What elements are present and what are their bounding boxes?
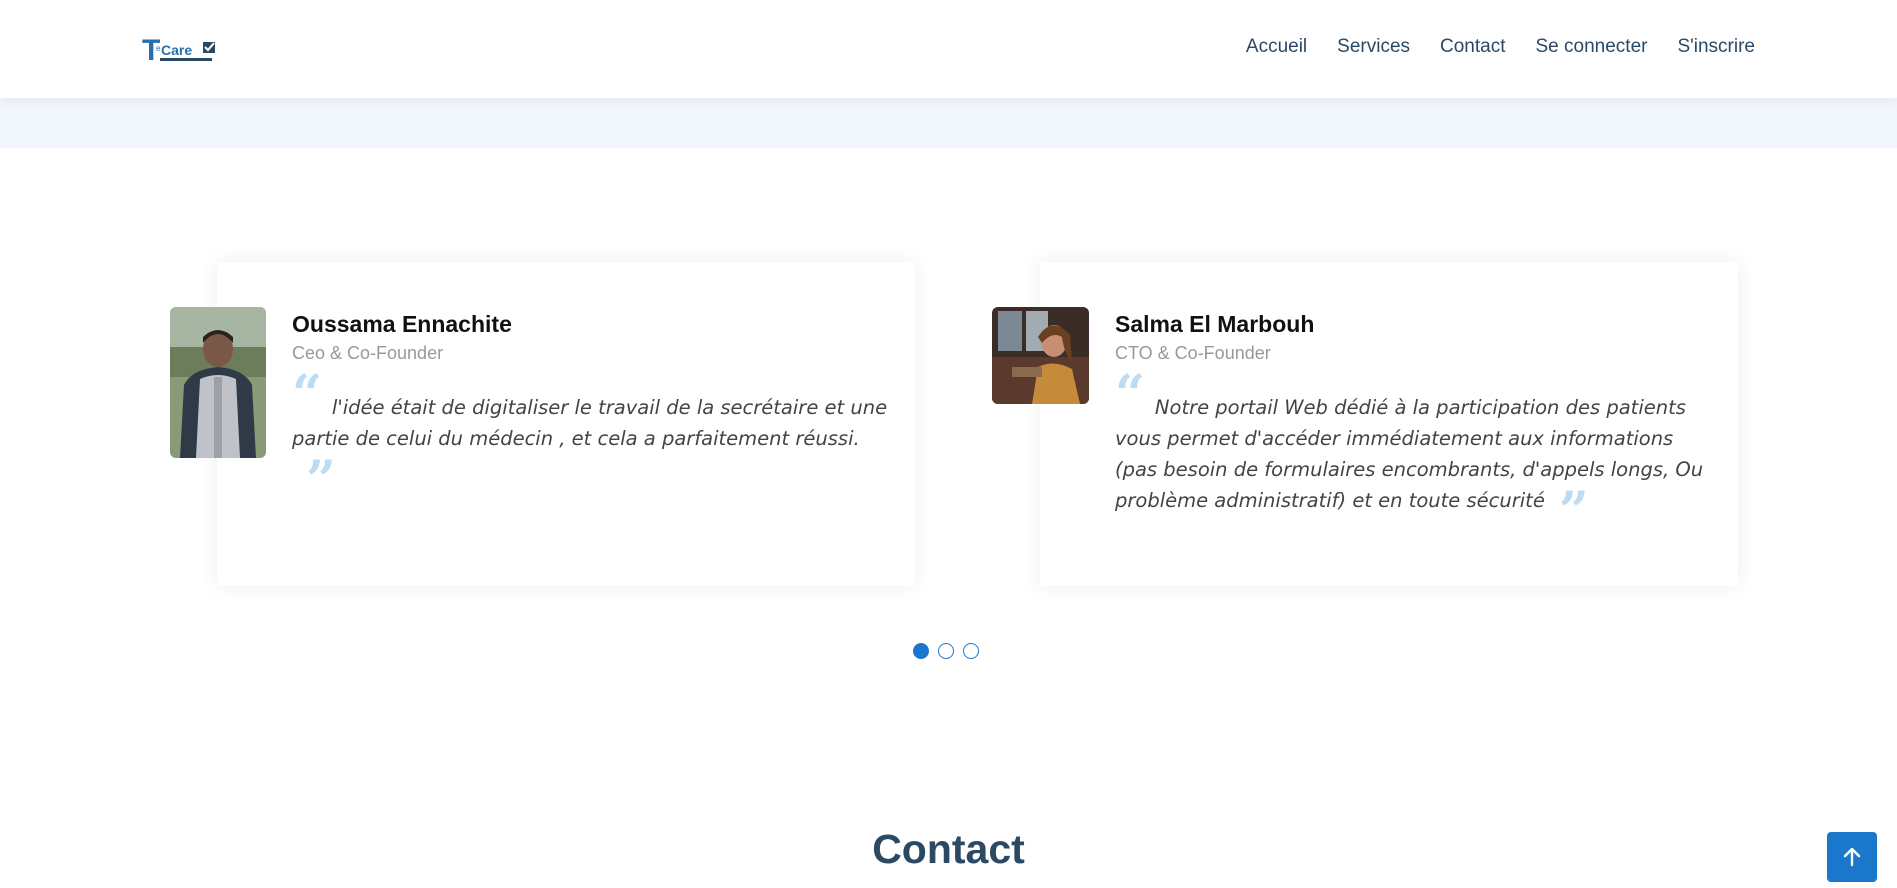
main-nav: Accueil Services Contact Se connecter S'… <box>1246 36 1755 58</box>
hero-band <box>0 98 1897 148</box>
contact-section-title: Contact <box>872 826 1025 872</box>
site-header: T e Care Accueil Services Contact Se con… <box>0 0 1897 98</box>
avatar-salma <box>992 307 1089 404</box>
nav-accueil[interactable]: Accueil <box>1246 36 1307 58</box>
back-to-top-button[interactable] <box>1827 832 1877 882</box>
nav-contact[interactable]: Contact <box>1440 36 1505 58</box>
svg-text:Care: Care <box>161 42 192 58</box>
carousel-dot-3[interactable] <box>963 643 979 659</box>
carousel-dot-1[interactable] <box>913 643 929 659</box>
testimonial-role: Ceo & Co-Founder <box>292 343 444 363</box>
nav-services[interactable]: Services <box>1337 36 1410 58</box>
telecare-logo[interactable]: T e Care <box>142 34 222 68</box>
nav-sinscrire[interactable]: S'inscrire <box>1677 36 1755 58</box>
avatar-oussama <box>170 307 266 458</box>
quote-text: l'idée était de digitaliser le travail d… <box>292 396 888 450</box>
testimonial-name: Oussama Ennachite <box>292 311 512 337</box>
carousel-dot-2[interactable] <box>938 643 954 659</box>
arrow-up-icon <box>1843 847 1861 867</box>
testimonial-role: CTO & Co-Founder <box>1115 343 1271 363</box>
testimonial-quote: “l'idée était de digitaliser le travail … <box>292 364 888 511</box>
testimonial-name: Salma El Marbouh <box>1115 311 1315 337</box>
carousel-pagination <box>913 643 979 659</box>
logo-icon: T e Care <box>142 34 215 67</box>
nav-se-connecter[interactable]: Se connecter <box>1536 36 1648 58</box>
quote-text: Notre portail Web dédié à la participati… <box>1115 396 1704 512</box>
testimonial-quote: “Notre portail Web dédié à la participat… <box>1115 364 1704 542</box>
